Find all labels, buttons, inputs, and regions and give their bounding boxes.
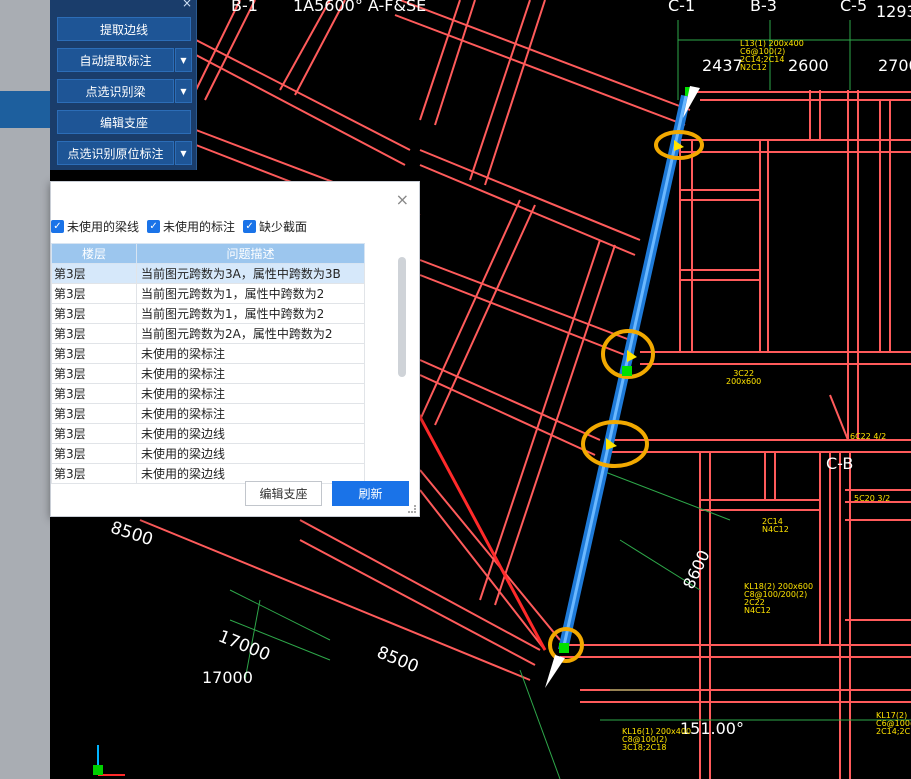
table-row[interactable]: 第3层 当前图元跨数为3A，属性中跨数为3B xyxy=(51,263,365,284)
table-row[interactable]: 第3层 未使用的梁标注 xyxy=(51,343,365,364)
axis-label-c1: C-1 xyxy=(668,0,696,15)
floor-cell: 第3层 xyxy=(51,463,137,484)
description-cell: 当前图元跨数为1，属性中跨数为2 xyxy=(136,283,365,304)
edit-support-button[interactable]: 编辑支座 xyxy=(57,110,191,134)
auto-extract-label-button[interactable]: 自动提取标注 xyxy=(57,48,174,72)
issues-table: 楼层 问题描述 第3层 当前图元跨数为3A，属性中跨数为3B 第3层 当前图元跨数为1… xyxy=(51,243,365,484)
table-row[interactable]: 第3层 未使用的梁边线 xyxy=(51,443,365,464)
description-cell: 当前图元跨数为3A，属性中跨数为3B xyxy=(136,263,365,284)
description-cell: 当前图元跨数为2A，属性中跨数为2 xyxy=(136,323,365,344)
description-cell: 未使用的梁标注 xyxy=(136,343,365,364)
axis-label-cb: C-B xyxy=(826,454,854,473)
floor-cell: 第3层 xyxy=(51,403,137,424)
filter-unused-labels[interactable]: ✓ 未使用的标注 xyxy=(147,218,235,235)
dim-2437: 2437 xyxy=(702,56,743,75)
table-row[interactable]: 第3层 未使用的梁边线 xyxy=(51,423,365,444)
beam-note-6c22: 6C22 4/2 xyxy=(850,432,887,441)
edit-support-dialog-button[interactable]: 编辑支座 xyxy=(245,481,322,506)
filter-unused-beam-lines[interactable]: ✓ 未使用的梁线 xyxy=(51,218,139,235)
beam-note-kl17: KL17(2)C6@100(2)2C14;2C1 xyxy=(876,711,911,736)
refresh-button[interactable]: 刷新 xyxy=(332,481,409,506)
description-cell: 未使用的梁边线 xyxy=(136,443,365,464)
description-cell: 未使用的梁边线 xyxy=(136,423,365,444)
beam-note-l13: L13(1) 200x400 C6@100(2) 2C14;2C14 N2C12 xyxy=(740,39,804,72)
table-row[interactable]: 第3层 未使用的梁标注 xyxy=(51,403,365,424)
floor-cell: 第3层 xyxy=(51,263,137,284)
beam-tool-panel: × 提取边线 自动提取标注 ▼ 点选识别梁 ▼ 编辑支座 点选识别原位标注 ▼ xyxy=(50,0,197,170)
table-row[interactable]: 第3层 当前图元跨数为1，属性中跨数为2 xyxy=(51,283,365,304)
pick-in-situ-chevron-down-icon[interactable]: ▼ xyxy=(175,141,192,165)
left-panel-selected-item[interactable] xyxy=(0,91,50,128)
floor-cell: 第3层 xyxy=(51,383,137,404)
pick-in-situ-label-button[interactable]: 点选识别原位标注 xyxy=(57,141,174,165)
table-row[interactable]: 第3层 未使用的梁标注 xyxy=(51,363,365,384)
dialog-close-icon[interactable]: × xyxy=(396,190,409,209)
checkbox-checked-icon[interactable]: ✓ xyxy=(147,220,161,233)
description-cell: 当前图元跨数为1，属性中跨数为2 xyxy=(136,303,365,324)
axis-label-c5: C-5 xyxy=(840,0,868,15)
table-scrollbar[interactable] xyxy=(398,257,406,377)
filter-checkboxes: ✓ 未使用的梁线 ✓ 未使用的标注 ✓ 缺少截面 xyxy=(51,218,307,235)
tool-panel-close-icon[interactable]: × xyxy=(182,0,192,10)
resize-grip-icon[interactable] xyxy=(408,505,416,513)
table-row[interactable]: 第3层 未使用的梁标注 xyxy=(51,383,365,404)
description-cell: 未使用的梁标注 xyxy=(136,363,365,384)
beam-note-kl18: KL18(2) 200x600 C8@100/200(2) 2C22 N4C12 xyxy=(744,582,814,615)
column-header-floor[interactable]: 楼层 xyxy=(51,243,137,264)
extract-edge-button[interactable]: 提取边线 xyxy=(57,17,191,41)
checkbox-checked-icon[interactable]: ✓ xyxy=(51,220,64,233)
beam-note-3c22: 3C22 200x600 xyxy=(726,369,762,386)
beam-note-kl16: KL16(1) 200x400 C8@100(2) 3C18;2C18 xyxy=(622,727,692,752)
axis-label-b3: B-3 xyxy=(750,0,777,15)
dim-17000: 17000 xyxy=(202,668,253,687)
floor-cell: 第3层 xyxy=(51,323,137,344)
filter-missing-section[interactable]: ✓ 缺少截面 xyxy=(243,218,307,235)
beam-note-5c20: 5C20 3/2 xyxy=(854,494,891,503)
floor-cell: 第3层 xyxy=(51,283,137,304)
axis-label-1293: 1293 xyxy=(876,2,911,21)
pick-beam-chevron-down-icon[interactable]: ▼ xyxy=(175,79,192,103)
column-header-description[interactable]: 问题描述 xyxy=(136,243,365,264)
pick-identify-beam-button[interactable]: 点选识别梁 xyxy=(57,79,174,103)
dim-2700: 2700 xyxy=(878,56,911,75)
floor-cell: 第3层 xyxy=(51,443,137,464)
axis-label-b1: B-1 xyxy=(231,0,258,15)
checkbox-checked-icon[interactable]: ✓ xyxy=(243,220,257,233)
table-row[interactable]: 第3层 当前图元跨数为2A，属性中跨数为2 xyxy=(51,323,365,344)
description-cell: 未使用的梁标注 xyxy=(136,383,365,404)
floor-cell: 第3层 xyxy=(51,343,137,364)
floor-cell: 第3层 xyxy=(51,423,137,444)
floor-cell: 第3层 xyxy=(51,363,137,384)
description-cell: 未使用的梁标注 xyxy=(136,403,365,424)
auto-extract-chevron-down-icon[interactable]: ▼ xyxy=(175,48,192,72)
table-row[interactable]: 第3层 当前图元跨数为1，属性中跨数为2 xyxy=(51,303,365,324)
beam-note-2c14: 2C14 N4C12 xyxy=(762,517,789,534)
floor-cell: 第3层 xyxy=(51,303,137,324)
ucs-icon xyxy=(93,745,125,776)
check-results-dialog: × ✓ 未使用的梁线 ✓ 未使用的标注 ✓ 缺少截面 楼层 问题描述 第3层 当前图元跨… xyxy=(50,181,420,517)
axis-label-a-f: 1A5600° A-F&SE xyxy=(293,0,427,15)
left-panel-strip xyxy=(0,0,50,779)
